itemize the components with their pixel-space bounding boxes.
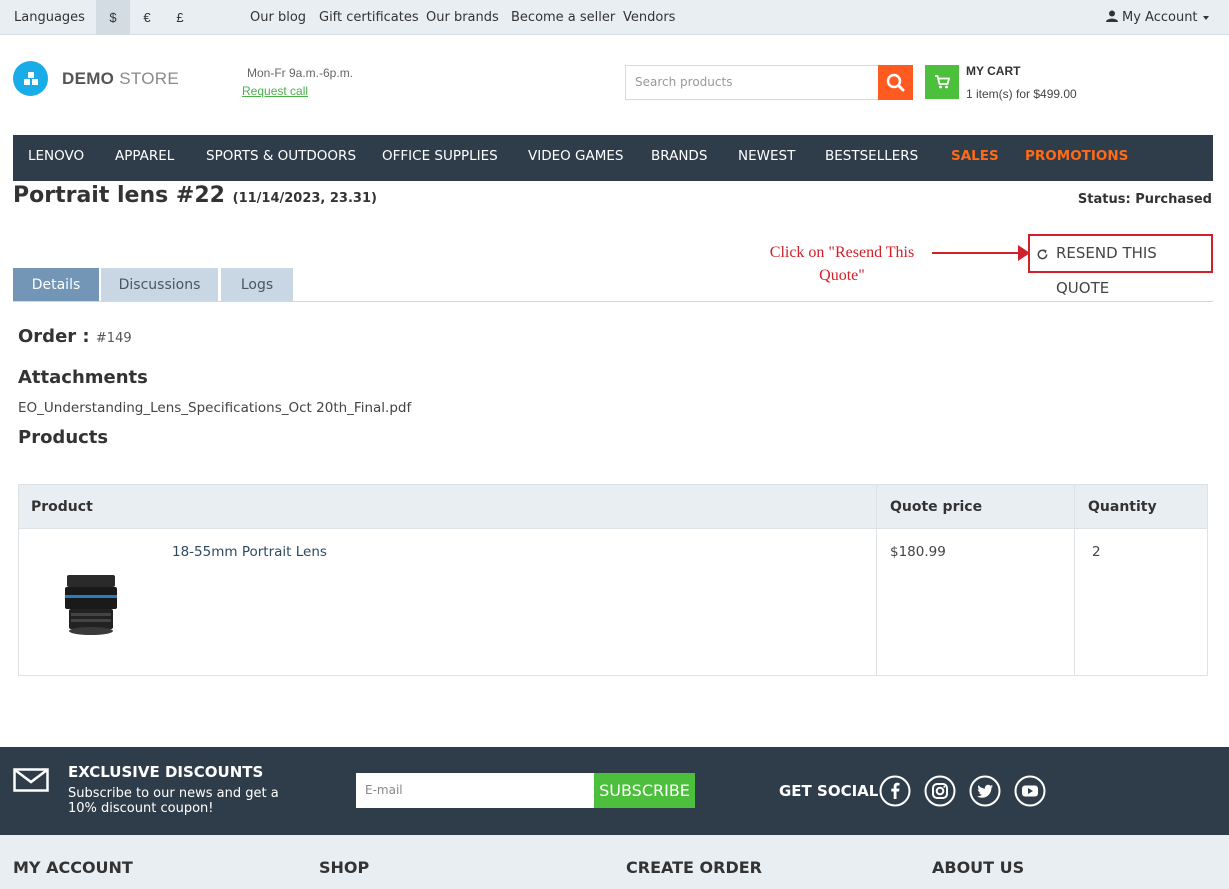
nav-apparel[interactable]: APPAREL <box>115 135 174 181</box>
languages-selector[interactable]: Languages <box>14 0 85 35</box>
logo-demo: DEMO <box>62 69 115 88</box>
refresh-icon <box>1037 249 1048 260</box>
search-input[interactable]: Search products <box>625 65 879 100</box>
mail-icon <box>13 768 49 792</box>
col-divider <box>1074 485 1075 675</box>
logo-text[interactable]: DEMO STORE <box>62 69 179 89</box>
col-quote-price: Quote price <box>890 499 983 515</box>
nav-sales[interactable]: SALES <box>951 135 999 181</box>
order-number[interactable]: #149 <box>96 331 132 346</box>
get-social-label: GET SOCIAL <box>779 782 879 800</box>
cart-icon <box>935 75 951 89</box>
products-table: Product Quote price Quantity 18-55mm Por… <box>18 484 1208 676</box>
link-our-brands[interactable]: Our brands <box>426 0 499 35</box>
currency-usd[interactable]: $ <box>96 0 130 35</box>
annotation-callout: Click on "Resend This Quote" <box>769 244 915 284</box>
search-icon <box>886 73 905 92</box>
nav-lenovo[interactable]: LENOVO <box>28 135 84 181</box>
product-name-link[interactable]: 18-55mm Portrait Lens <box>172 544 327 560</box>
col-product: Product <box>31 499 93 515</box>
col-divider <box>876 485 877 675</box>
cart-button[interactable] <box>925 65 959 99</box>
annotation-arrow <box>932 252 1024 254</box>
tab-logs[interactable]: Logs <box>221 268 293 301</box>
table-header: Product Quote price Quantity <box>19 485 1207 529</box>
business-hours: Mon-Fr 9a.m.-6p.m. <box>247 66 354 80</box>
product-quote-price: $180.99 <box>890 544 946 560</box>
tab-discussions[interactable]: Discussions <box>101 268 218 301</box>
status-badge: Status: Purchased <box>1077 192 1212 207</box>
order-label: Order : <box>18 326 90 347</box>
footer-my-account[interactable]: MY ACCOUNT <box>13 858 133 877</box>
search-button[interactable] <box>878 65 913 100</box>
resend-label: RESEND THIS QUOTE <box>1056 244 1157 297</box>
footer-create-order[interactable]: CREATE ORDER <box>626 858 762 877</box>
nav-brands[interactable]: BRANDS <box>651 135 707 181</box>
nav-newest[interactable]: NEWEST <box>738 135 795 181</box>
email-input[interactable]: E-mail <box>356 773 594 808</box>
chevron-down-icon <box>1202 15 1209 20</box>
nav-sports-outdoors[interactable]: SPORTS & OUTDOORS <box>206 135 356 181</box>
twitter-icon[interactable] <box>969 775 1001 807</box>
my-account-menu[interactable]: My Account <box>1106 0 1209 35</box>
attachments-heading: Attachments <box>18 367 148 388</box>
link-gift-certificates[interactable]: Gift certificates <box>319 0 419 35</box>
quote-date: (11/14/2023, 23.31) <box>232 191 377 206</box>
currency-eur[interactable]: € <box>130 0 164 35</box>
request-call-link[interactable]: Request call <box>242 84 308 98</box>
quote-title: Portrait lens #22 <box>13 183 225 208</box>
products-heading: Products <box>18 427 109 448</box>
youtube-icon[interactable] <box>1014 775 1046 807</box>
link-vendors[interactable]: Vendors <box>623 0 675 35</box>
my-account-label: My Account <box>1122 10 1198 25</box>
footer-about-us[interactable]: ABOUT US <box>932 858 1024 877</box>
exclusive-discounts-text: Subscribe to our news and get a 10% disc… <box>68 786 279 816</box>
subscribe-button[interactable]: SUBSCRIBE <box>594 773 695 808</box>
product-quantity: 2 <box>1092 544 1101 560</box>
main-nav: LENOVO APPAREL SPORTS & OUTDOORS OFFICE … <box>13 135 1213 181</box>
order-heading: Order : #149 <box>18 326 132 347</box>
page-title: Portrait lens #22 (11/14/2023, 23.31) <box>13 183 377 208</box>
link-our-blog[interactable]: Our blog <box>250 0 306 35</box>
exclusive-discounts-title: EXCLUSIVE DISCOUNTS <box>68 763 264 781</box>
link-become-seller[interactable]: Become a seller <box>511 0 615 35</box>
cart-summary[interactable]: 1 item(s) for $499.00 <box>966 87 1077 101</box>
attachment-file-link[interactable]: EO_Understanding_Lens_Specifications_Oct… <box>18 400 411 416</box>
top-bar: Languages $ € £ Our blog Gift certificat… <box>0 0 1229 35</box>
col-quantity: Quantity <box>1088 499 1157 515</box>
footer-shop[interactable]: SHOP <box>319 858 369 877</box>
product-thumbnail[interactable] <box>61 571 121 641</box>
nav-promotions[interactable]: PROMOTIONS <box>1025 135 1128 181</box>
footer-links-section <box>0 835 1229 889</box>
tabs-divider <box>13 301 1213 302</box>
resend-quote-button[interactable]: RESEND THIS QUOTE <box>1028 234 1213 297</box>
nav-video-games[interactable]: VIDEO GAMES <box>528 135 624 181</box>
currency-gbp[interactable]: £ <box>163 0 197 35</box>
logo-store: STORE <box>114 69 179 88</box>
logo-icon[interactable] <box>13 61 48 96</box>
user-icon <box>1106 10 1118 22</box>
tab-details[interactable]: Details <box>13 268 99 301</box>
nav-bestsellers[interactable]: BESTSELLERS <box>825 135 918 181</box>
facebook-icon[interactable] <box>879 775 911 807</box>
instagram-icon[interactable] <box>924 775 956 807</box>
cart-title[interactable]: MY CART <box>966 64 1020 78</box>
nav-office-supplies[interactable]: OFFICE SUPPLIES <box>382 135 498 181</box>
